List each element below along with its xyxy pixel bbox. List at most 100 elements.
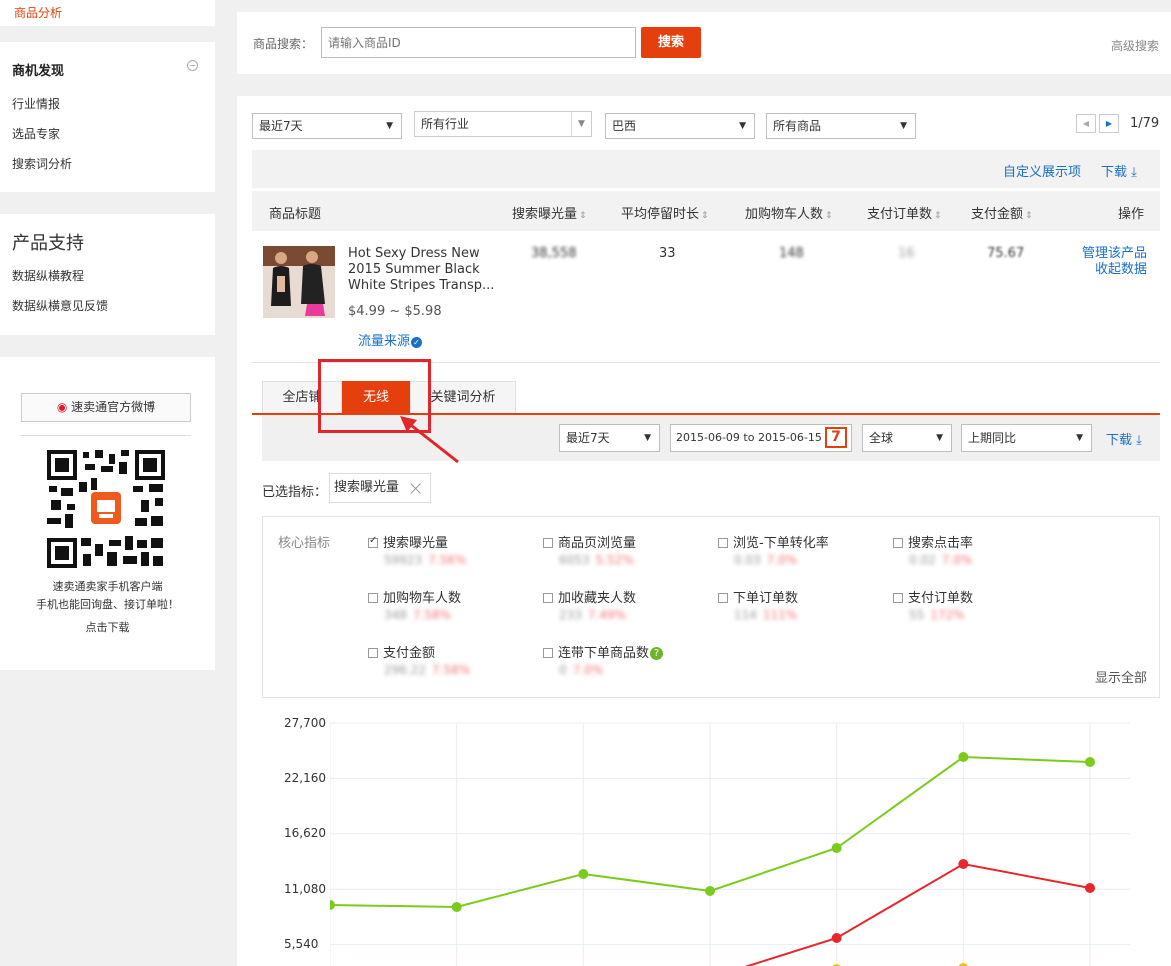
- metric-checkbox[interactable]: 搜索点击率: [893, 532, 973, 551]
- checkbox-icon[interactable]: [718, 538, 728, 548]
- sort-icon: ⇕: [825, 211, 833, 221]
- metric-name: 加购物车人数: [383, 591, 462, 606]
- metric-change: 7.0%: [766, 553, 798, 567]
- period-select-value: 最近7天: [259, 119, 303, 133]
- metric-value-number: 0.02: [909, 553, 936, 567]
- calendar-day: 7: [831, 429, 841, 445]
- product-title[interactable]: Hot Sexy Dress New 2015 Summer Black Whi…: [348, 246, 498, 294]
- checkbox-icon[interactable]: [893, 593, 903, 603]
- tab-period-select[interactable]: 最近7天 ▼: [559, 424, 660, 452]
- metric-checkbox[interactable]: 连带下单商品数?: [543, 642, 664, 661]
- tab-download-link[interactable]: 下载 ⤓: [1106, 429, 1142, 448]
- prev-page-button[interactable]: ◀: [1076, 114, 1096, 133]
- metric-change: 7.58%: [412, 608, 452, 622]
- col-header-cart[interactable]: 加购物车人数 ⇕: [745, 203, 833, 222]
- verified-icon: ✓: [411, 337, 423, 348]
- data-point[interactable]: [958, 859, 969, 869]
- sidebar-item-feedback[interactable]: 数据纵横意见反馈: [12, 297, 108, 314]
- cell-amount-value: 75.67: [987, 246, 1025, 261]
- metric-value-number: 0.03: [734, 553, 761, 567]
- checkbox-icon[interactable]: [368, 535, 378, 548]
- metric-value: 296.22 7.58%: [384, 663, 470, 677]
- tab-download-label: 下载: [1106, 433, 1133, 448]
- data-point[interactable]: [1085, 883, 1095, 893]
- remove-chip-icon[interactable]: ×: [407, 474, 424, 502]
- metric-change: 7.0%: [941, 553, 973, 567]
- metric-checkbox[interactable]: 商品页浏览量: [543, 532, 636, 551]
- metric-value: 348 7.58%: [384, 608, 451, 622]
- data-point[interactable]: [705, 886, 715, 896]
- data-point[interactable]: [330, 900, 335, 910]
- cell-exposure: 38,558: [531, 246, 577, 261]
- checkbox-icon[interactable]: [543, 593, 553, 603]
- data-point[interactable]: [831, 843, 842, 853]
- manage-product-link[interactable]: 管理该产品 收起数据: [1075, 246, 1147, 278]
- col-header-exposure[interactable]: 搜索曝光量 ⇕: [512, 203, 587, 222]
- dropdown-arrow-icon: ▼: [900, 121, 907, 131]
- date-range-input[interactable]: 2015-06-09 to 2015-06-15 7: [670, 424, 852, 452]
- metric-name: 加收藏夹人数: [558, 591, 637, 606]
- data-point[interactable]: [1085, 757, 1095, 767]
- country-select[interactable]: 巴西 ▼: [605, 113, 755, 139]
- region-select[interactable]: 全球 ▼: [862, 424, 952, 452]
- metric-checkbox[interactable]: 下单订单数: [718, 587, 798, 606]
- weibo-button[interactable]: ◉ 速卖通官方微博: [21, 393, 191, 422]
- col-header-avg-stay[interactable]: 平均停留时长 ⇕: [621, 203, 709, 222]
- next-page-button[interactable]: ▶: [1099, 114, 1119, 133]
- data-point[interactable]: [451, 902, 462, 912]
- table-download-link[interactable]: 下载 ⤓: [1101, 161, 1137, 180]
- checkbox-icon[interactable]: [368, 648, 378, 658]
- metric-name: 连带下单商品数: [558, 646, 650, 661]
- metric-checkbox[interactable]: 支付订单数: [893, 587, 973, 606]
- data-point[interactable]: [831, 933, 842, 943]
- checkbox-icon[interactable]: [368, 593, 378, 603]
- cell-orders-value: 16: [898, 246, 915, 261]
- metric-checkbox[interactable]: 浏览-下单转化率: [718, 532, 829, 551]
- selected-metric-chip[interactable]: 搜索曝光量 ×: [329, 473, 431, 503]
- sidebar-opportunity-panel: 商机发现 − 行业情报 选品专家 搜索词分析: [0, 42, 215, 192]
- sidebar-item-tutorial[interactable]: 数据纵横教程: [12, 267, 84, 284]
- metric-checkbox[interactable]: 加购物车人数: [368, 587, 461, 606]
- help-icon[interactable]: ?: [650, 647, 664, 660]
- metric-checkbox[interactable]: 搜索曝光量: [368, 532, 448, 551]
- checkbox-icon[interactable]: [543, 538, 553, 548]
- sidebar-item-selection[interactable]: 选品专家: [12, 125, 60, 142]
- data-point[interactable]: [958, 752, 969, 762]
- col-header-orders[interactable]: 支付订单数 ⇕: [867, 203, 942, 222]
- calendar-icon[interactable]: 7: [825, 427, 847, 448]
- show-all-link[interactable]: 显示全部: [1095, 667, 1147, 686]
- collapse-icon[interactable]: −: [187, 60, 198, 71]
- compare-select[interactable]: 上期同比 ▼: [961, 424, 1092, 452]
- search-button[interactable]: 搜索: [641, 27, 701, 58]
- product-thumbnail[interactable]: [263, 246, 335, 318]
- line-chart: [330, 722, 1130, 966]
- traffic-source-link[interactable]: 流量来源 ✓: [358, 330, 423, 349]
- industry-select[interactable]: 所有行业 ▼: [414, 111, 592, 137]
- products-select[interactable]: 所有商品 ▼: [766, 113, 916, 139]
- customize-columns-link[interactable]: 自定义展示项: [1003, 161, 1081, 180]
- metric-value: 233 7.49%: [559, 608, 626, 622]
- sidebar-item-product-analysis[interactable]: 商品分析: [14, 4, 62, 21]
- metric-name: 搜索点击率: [908, 536, 974, 551]
- metric-checkbox[interactable]: 支付金额: [368, 642, 435, 661]
- y-tick-label: 16,620: [284, 826, 326, 840]
- period-select[interactable]: 最近7天 ▼: [252, 113, 402, 139]
- sidebar-section-title[interactable]: 商机发现: [12, 60, 64, 79]
- qr-code[interactable]: [45, 448, 167, 570]
- checkbox-icon[interactable]: [718, 593, 728, 603]
- data-point[interactable]: [578, 869, 589, 879]
- sidebar-item-industry[interactable]: 行业情报: [12, 95, 60, 112]
- metric-checkbox[interactable]: 加收藏夹人数: [543, 587, 636, 606]
- app-caption-line-2: 手机也能回询盘、接订单啦！: [36, 598, 179, 611]
- col-header-amount[interactable]: 支付金额 ⇕: [971, 203, 1033, 222]
- advanced-search-link[interactable]: 高级搜索: [1111, 37, 1159, 54]
- checkbox-icon[interactable]: [543, 648, 553, 658]
- checkbox-icon[interactable]: [893, 538, 903, 548]
- sidebar-item-search-terms[interactable]: 搜索词分析: [12, 155, 72, 172]
- download-icon: ⤓: [1131, 165, 1137, 180]
- app-download-link[interactable]: 点击下载: [0, 619, 215, 635]
- search-input[interactable]: [321, 27, 636, 58]
- metric-value-number: 0: [559, 663, 567, 677]
- products-select-value: 所有商品: [773, 119, 822, 133]
- dropdown-arrow-icon: ▼: [739, 121, 746, 131]
